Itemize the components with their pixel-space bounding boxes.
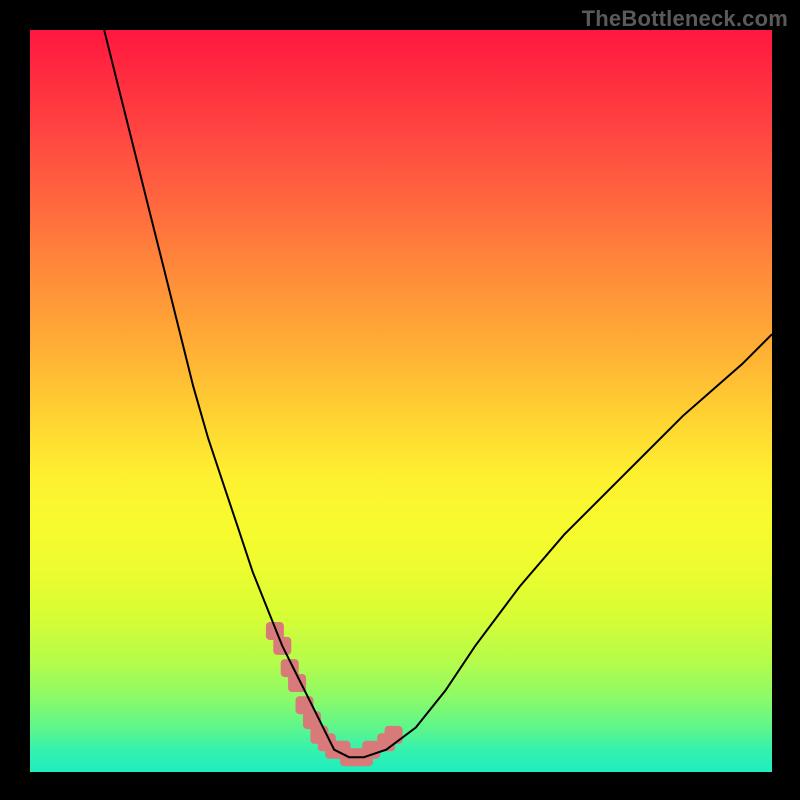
bottleneck-curve [104, 30, 772, 757]
highlight-marker [385, 726, 403, 744]
curve-svg [30, 30, 772, 772]
highlight-markers [266, 622, 403, 766]
watermark-text: TheBottleneck.com [582, 6, 788, 32]
plot-area [30, 30, 772, 772]
chart-frame: TheBottleneck.com [0, 0, 800, 800]
